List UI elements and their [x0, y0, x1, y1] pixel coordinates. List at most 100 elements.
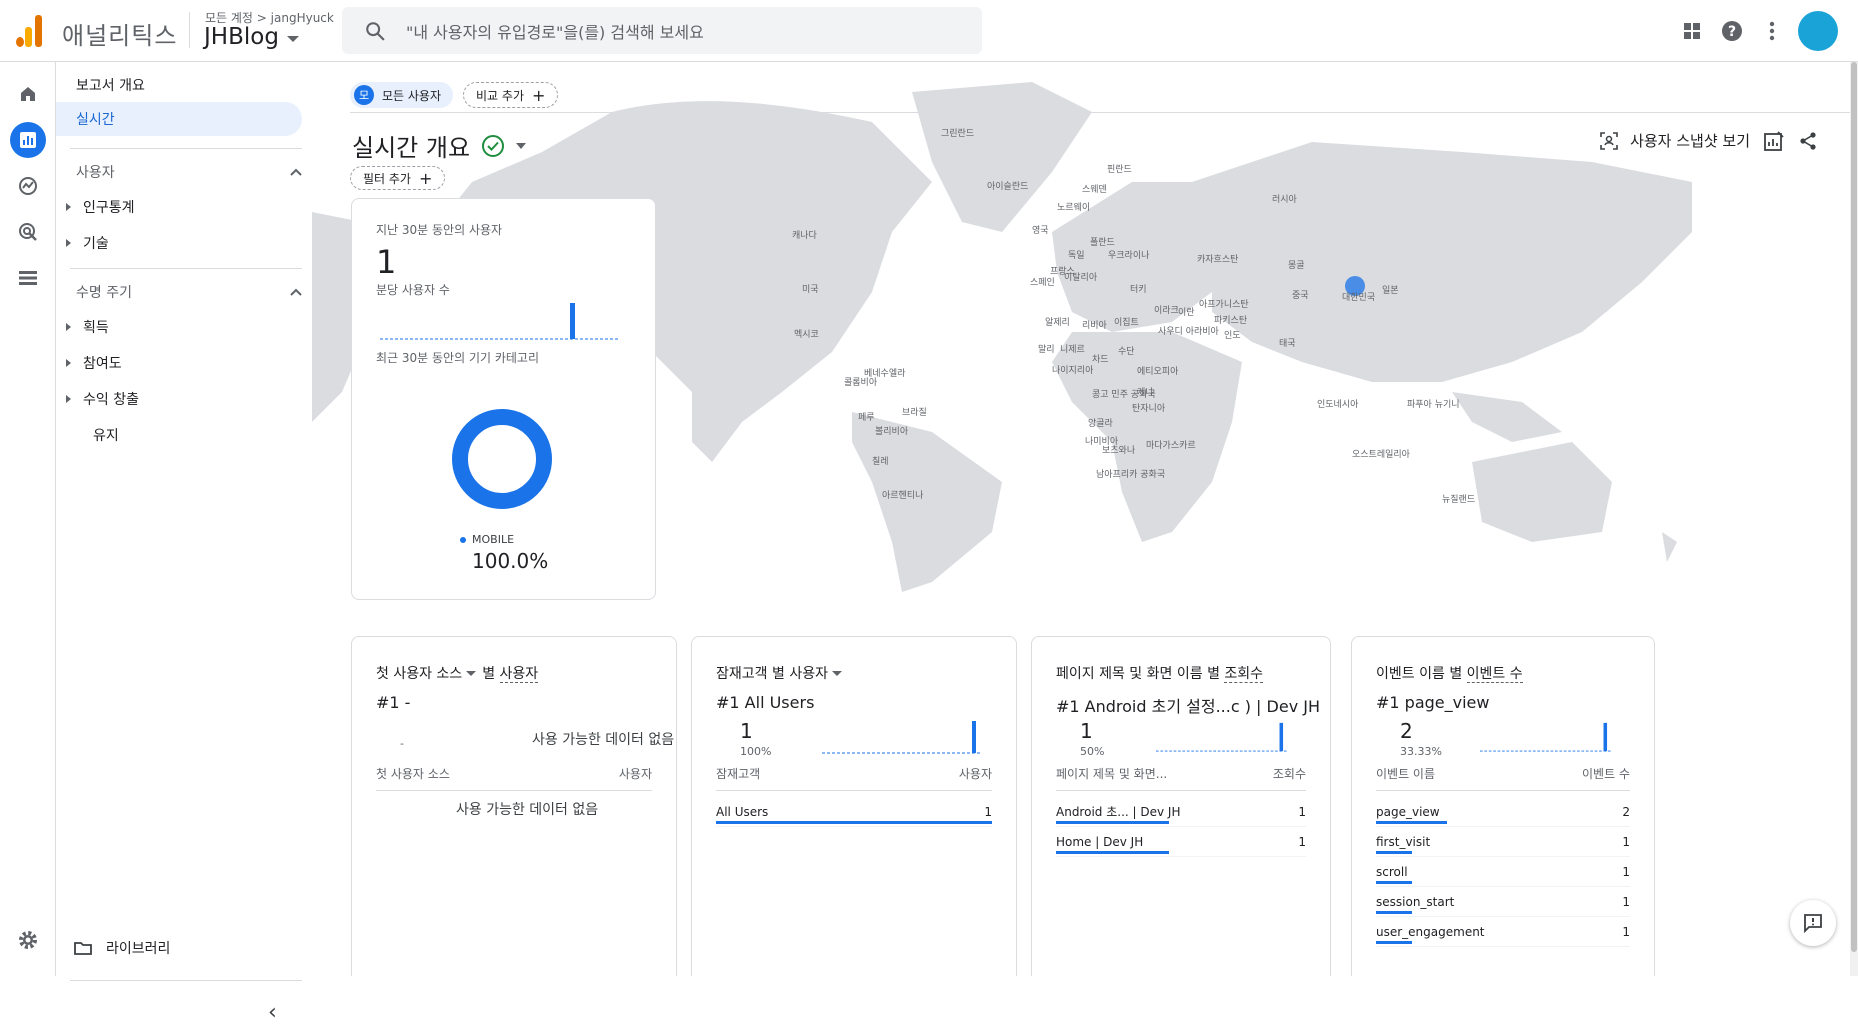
collapse-nav-icon[interactable]: ‹ [268, 1000, 277, 1025]
home-icon[interactable] [10, 76, 46, 112]
nav-item-tech[interactable]: 기술 [66, 233, 109, 253]
title-connector: 별 [1207, 666, 1220, 682]
top-value: 1 [1080, 719, 1093, 743]
table-row[interactable]: session_start 1 [1376, 887, 1630, 917]
map-label: 말리 [1038, 343, 1055, 355]
minute-bar [972, 721, 976, 753]
user-snapshot-button[interactable]: 사용자 스냅샷 보기 [1600, 130, 1750, 151]
table-row[interactable]: scroll 1 [1376, 857, 1630, 887]
map-label: 스페인 [1030, 277, 1055, 288]
top-percent: 100% [740, 745, 772, 758]
expand-arrow-icon [66, 323, 71, 331]
nav-item-retention[interactable]: 유지 [93, 425, 119, 445]
chevron-down-icon[interactable] [516, 142, 527, 149]
no-data-text: 사용 가능한 데이터 없음 [532, 732, 675, 748]
chip-label: 비교 추가 [476, 88, 524, 103]
table-row[interactable]: Home | Dev JH 1 [1056, 827, 1306, 857]
top-percent: 50% [1080, 745, 1105, 758]
configure-icon[interactable] [10, 260, 46, 296]
top-value: 1 [740, 719, 753, 743]
nav-item-demographics[interactable]: 인구통계 [66, 197, 135, 217]
chevron-down-icon [466, 671, 477, 676]
metric-label: 사용자 [499, 666, 539, 683]
chevron-down-icon [831, 671, 842, 676]
search-bar[interactable]: "내 사용자의 유입경로"을(를) 검색해 보세요 [342, 7, 982, 54]
map-label: 몽골 [1288, 260, 1305, 271]
map-label: 터키 [1130, 284, 1147, 295]
map-label: 브라질 [902, 406, 927, 418]
table-row[interactable]: All Users 1 [716, 797, 992, 827]
map-label: 사우디 아라비아 [1158, 326, 1220, 337]
add-filter-button[interactable]: 필터 추가 + [350, 166, 446, 190]
snapshot-icon [1600, 131, 1618, 150]
help-icon[interactable]: ? [1712, 11, 1752, 51]
map-label: 파키스탄 [1214, 315, 1247, 326]
scrollbar-thumb[interactable] [1851, 62, 1857, 952]
section-label: 수명 주기 [76, 285, 132, 301]
account-avatar[interactable] [1798, 11, 1838, 51]
share-icon[interactable] [1798, 131, 1818, 151]
legend-label: MOBILE [472, 533, 515, 546]
nav-section-lifecycle[interactable]: 수명 주기 [76, 282, 302, 302]
feedback-button[interactable] [1790, 900, 1836, 946]
page-title-views-card: 페이지 제목 및 화면 이름 별 조회수 #1 Android 초기 설정...… [1031, 636, 1331, 976]
map-label: 이라크 [1154, 305, 1179, 316]
map-label: 파푸아 뉴기니 [1407, 399, 1460, 410]
explore-icon[interactable] [10, 168, 46, 204]
plus-icon: + [532, 85, 546, 105]
map-label: 그린란드 [941, 127, 974, 139]
page-scrollbar[interactable] [1850, 62, 1858, 976]
reports-nav: 보고서 개요 실시간 사용자 인구통계 기술 수명 주기 획득 참여도 수익 창… [56, 62, 306, 1025]
table-row[interactable]: first_visit 1 [1376, 827, 1630, 857]
nav-realtime[interactable]: 실시간 [56, 102, 302, 136]
add-comparison-button[interactable]: 비교 추가 + [463, 82, 559, 108]
more-vert-icon[interactable] [1752, 11, 1792, 51]
table-row[interactable]: user_engagement 1 [1376, 917, 1630, 947]
card-title[interactable]: 잠재고객 별 사용자 [716, 663, 848, 683]
dimension-label: 페이지 제목 및 화면 이름 [1056, 666, 1203, 682]
row-label: page_view [1376, 804, 1440, 819]
map-label: 아르헨티나 [882, 489, 923, 501]
property-selector[interactable]: JHBlog [204, 24, 299, 50]
nav-item-engagement[interactable]: 참여도 [66, 353, 122, 373]
reports-icon[interactable] [10, 122, 46, 158]
card-title[interactable]: 첫 사용자 소스 별 사용자 [376, 663, 539, 683]
table-row[interactable]: Android 초... | Dev JH 1 [1056, 797, 1306, 827]
table-header: 이벤트 이름 이벤트 수 [1376, 765, 1630, 791]
column-header: 이벤트 수 [1582, 767, 1630, 781]
plus-icon: + [418, 168, 433, 188]
comparison-avatar: 모 [354, 85, 374, 105]
settings-icon[interactable] [10, 922, 46, 958]
map-label: 이집트 [1114, 316, 1139, 328]
card-title[interactable]: 페이지 제목 및 화면 이름 별 조회수 [1056, 663, 1264, 683]
map-label: 리비아 [1082, 320, 1108, 331]
analytics-logo-icon[interactable] [14, 15, 44, 47]
chip-label: 모든 사용자 [382, 88, 442, 103]
row-label: Home | Dev JH [1056, 834, 1144, 849]
top-rank: #1 - [376, 693, 411, 712]
users-30min-label: 지난 30분 동안의 사용자 [376, 223, 503, 237]
apps-grid-icon[interactable] [1672, 11, 1712, 51]
map-label: 아이슬란드 [987, 180, 1028, 192]
page-title-text: 실시간 개요 [352, 134, 471, 162]
check-status-icon[interactable] [482, 134, 505, 157]
row-value: 1 [1298, 834, 1306, 849]
expand-arrow-icon [66, 203, 71, 211]
page-title: 실시간 개요 [352, 128, 527, 163]
nav-library[interactable]: 라이브러리 [74, 938, 170, 958]
nav-item-acquisition[interactable]: 획득 [66, 317, 109, 337]
nav-overview[interactable]: 보고서 개요 [56, 68, 302, 102]
all-users-chip[interactable]: 모 모든 사용자 [350, 82, 454, 108]
top-value: 2 [1400, 719, 1413, 743]
advertising-icon[interactable] [10, 214, 46, 250]
map-label: 캐나다 [792, 230, 818, 241]
customize-report-icon[interactable] [1764, 130, 1784, 151]
divider [189, 12, 190, 48]
row-bar [1376, 851, 1412, 854]
nav-section-user[interactable]: 사용자 [76, 162, 302, 182]
card-title[interactable]: 이벤트 이름 별 이벤트 수 [1376, 663, 1523, 683]
library-label: 라이브러리 [106, 941, 171, 957]
nav-item-monetization[interactable]: 수익 창출 [66, 389, 139, 409]
table-row[interactable]: page_view 2 [1376, 797, 1630, 827]
dimension-label: 첫 사용자 소스 [376, 666, 463, 682]
